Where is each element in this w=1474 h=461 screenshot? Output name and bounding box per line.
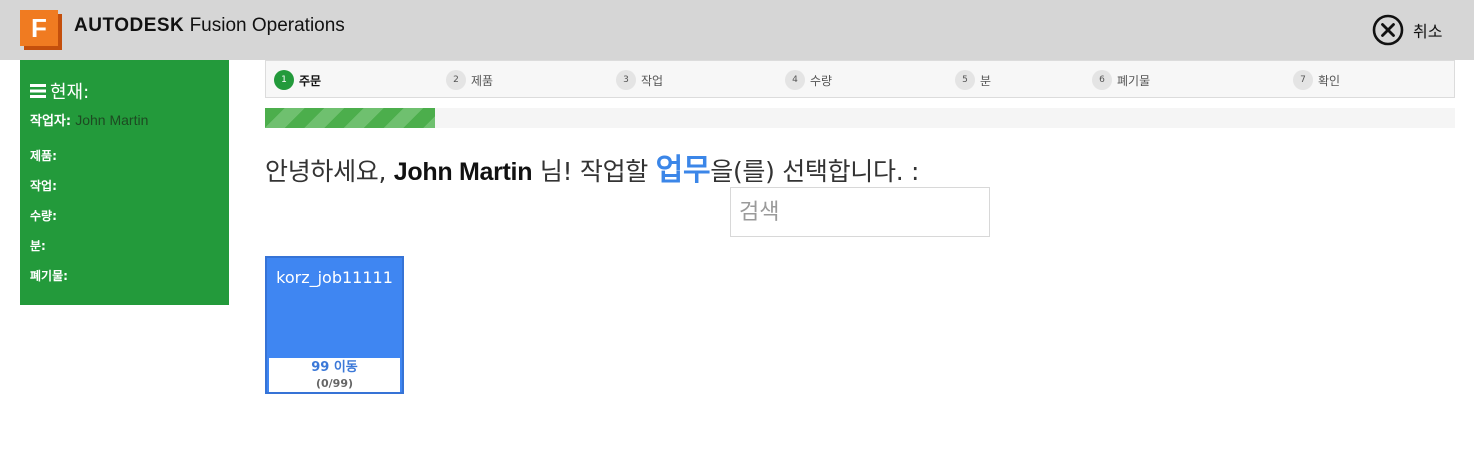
step-number: 7 [1293, 70, 1313, 90]
step-scrap[interactable]: 6 폐기물 [1092, 70, 1150, 90]
step-product[interactable]: 2 제품 [446, 70, 493, 90]
job-moves: 99 이동 [311, 360, 358, 375]
step-job[interactable]: 3 작업 [616, 70, 663, 90]
step-label: 확인 [1318, 73, 1341, 88]
greeting-suffix: 을(를) 선택합니다. : [710, 157, 920, 186]
step-order[interactable]: 1 주문 [274, 70, 321, 90]
worker-label: 작업자: [30, 114, 72, 129]
progress-fill [265, 108, 435, 128]
sidebar-row-product: 제품: [30, 149, 57, 163]
worker-value: John Martin [75, 112, 149, 128]
brand-product: Fusion Operations [189, 15, 345, 36]
step-number: 1 [274, 70, 294, 90]
step-label: 분 [980, 73, 992, 88]
job-card-footer: 99 이동 (0/99) [269, 358, 400, 392]
step-number: 3 [616, 70, 636, 90]
job-card[interactable]: korz_job11111 99 이동 (0/99) [265, 256, 404, 394]
sidebar-row-scrap: 폐기물: [30, 269, 68, 283]
step-minutes[interactable]: 5 분 [955, 70, 991, 90]
logo-letter: F [20, 10, 58, 46]
app-brand-title: AUTODESK Fusion Operations [74, 15, 345, 37]
greeting-prefix: 안녕하세요, [265, 157, 394, 186]
cancel-label: 취소 [1413, 22, 1443, 41]
step-number: 5 [955, 70, 975, 90]
job-count: (0/99) [315, 377, 354, 390]
brand-autodesk: AUTODESK [74, 15, 185, 36]
step-label: 주문 [299, 73, 322, 88]
wizard-steps: 1 주문 2 제품 3 작업 4 수량 5 분 6 폐기물 7 확인 [265, 60, 1455, 98]
step-label: 제품 [471, 73, 494, 88]
step-quantity[interactable]: 4 수량 [785, 70, 832, 90]
job-name: korz_job11111 [276, 268, 393, 287]
step-label: 작업 [641, 73, 664, 88]
fusion-logo-icon: F [20, 10, 62, 50]
greeting-highlight: 업무 [655, 153, 711, 188]
cancel-button[interactable]: 취소 [1372, 14, 1442, 46]
current-status-label: 현재: [50, 82, 90, 103]
step-confirm[interactable]: 7 확인 [1293, 70, 1340, 90]
progress-bar [265, 108, 1455, 128]
search-input[interactable] [730, 187, 990, 237]
greeting-middle: 님! 작업할 [532, 157, 656, 186]
top-header-bar: F AUTODESK Fusion Operations 취소 [0, 0, 1474, 60]
sidebar-row-quantity: 수량: [30, 209, 57, 223]
step-number: 4 [785, 70, 805, 90]
sidebar-row-job: 작업: [30, 179, 57, 193]
close-circle-icon [1372, 14, 1404, 46]
worker-row: 작업자: John Martin [30, 110, 148, 129]
step-number: 2 [446, 70, 466, 90]
current-status-panel: 현재: 작업자: John Martin 제품: 작업: 수량: 분: 폐기물: [20, 60, 229, 305]
current-status-title: 현재: [30, 78, 89, 104]
menu-icon [30, 84, 46, 98]
step-label: 폐기물 [1117, 73, 1151, 88]
greeting-message: 안녕하세요, John Martin 님! 작업할 업무을(를) 선택합니다. … [265, 145, 919, 189]
step-label: 수량 [810, 73, 833, 88]
greeting-user-name: John Martin [393, 158, 533, 186]
sidebar-row-minutes: 분: [30, 239, 46, 253]
step-number: 6 [1092, 70, 1112, 90]
